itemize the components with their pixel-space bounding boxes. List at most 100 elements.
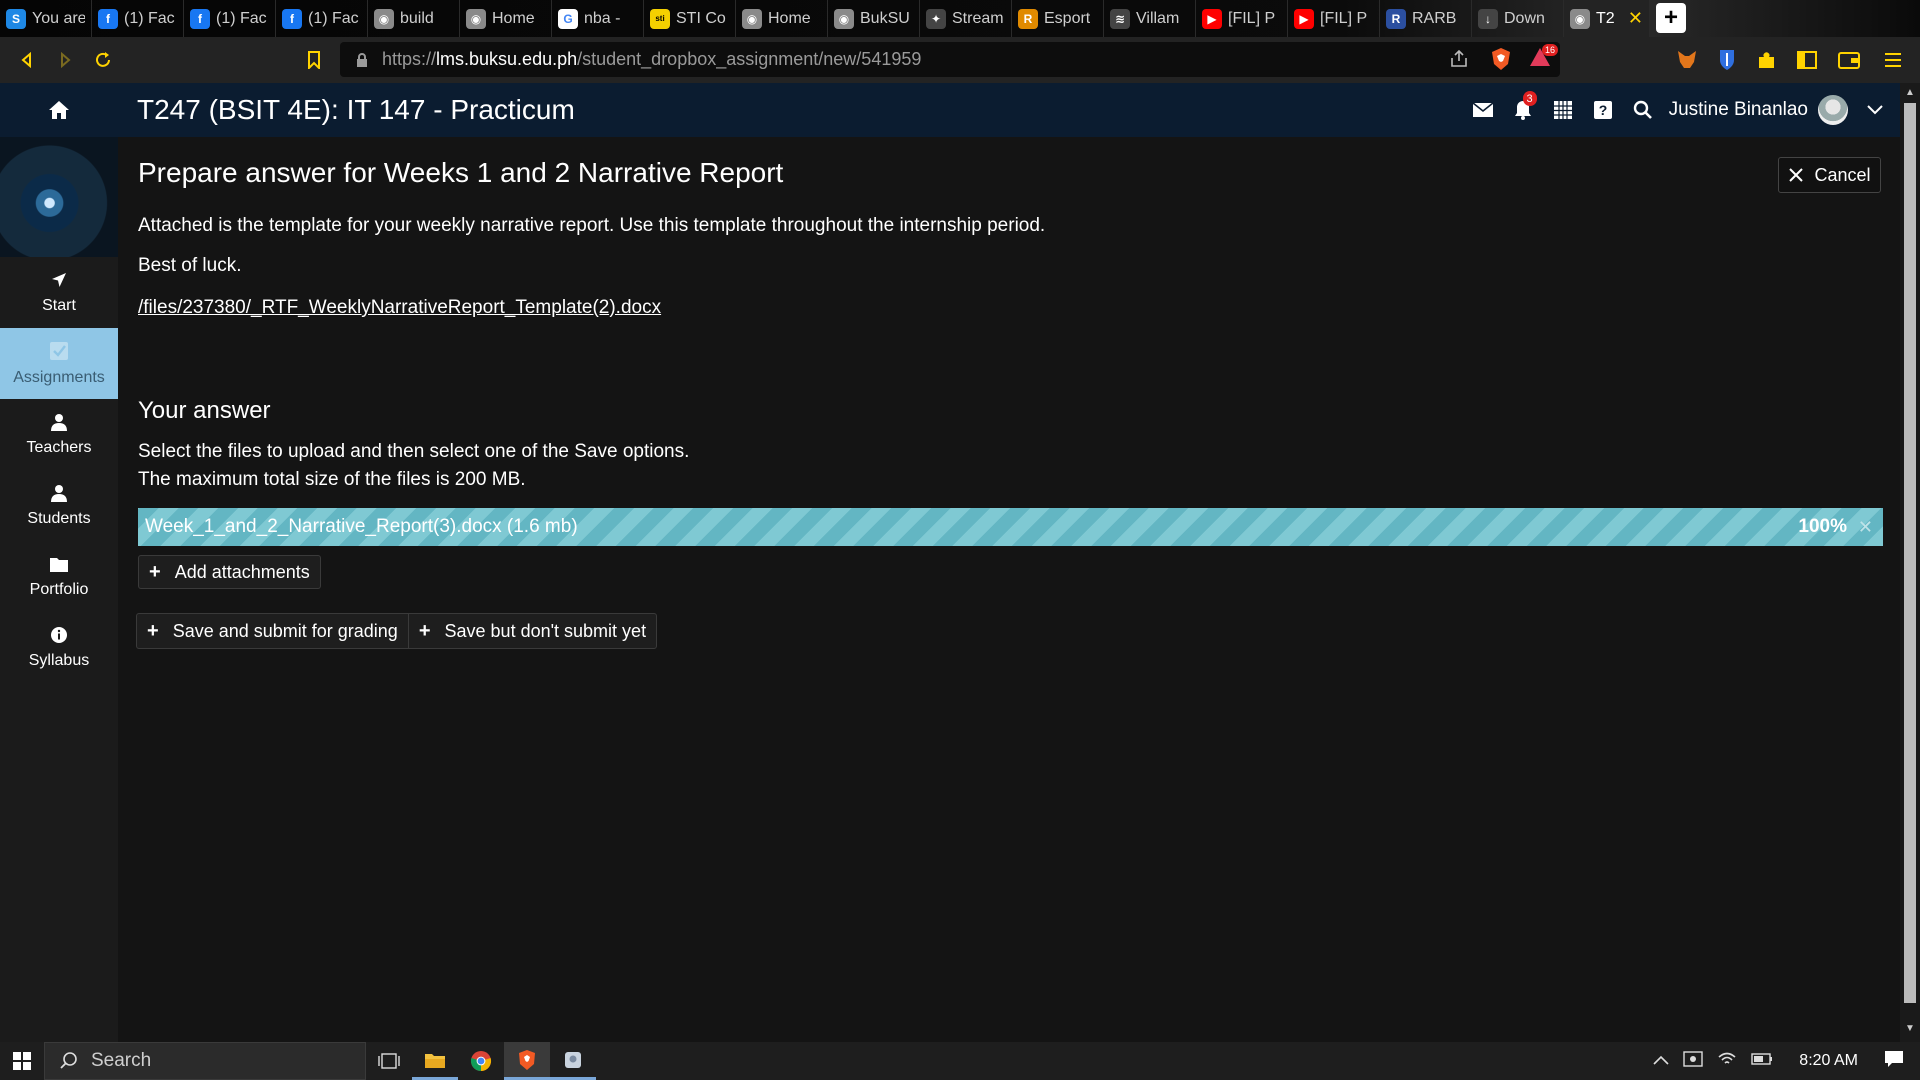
help-button[interactable]: ? xyxy=(1583,83,1623,137)
brave-rewards-icon[interactable]: 16 xyxy=(1528,44,1558,75)
task-view-icon[interactable] xyxy=(366,1042,412,1080)
battery-icon[interactable] xyxy=(1751,1052,1773,1071)
tab-4[interactable]: ◉ build xyxy=(368,0,460,37)
upload-progress-bar: Week_1_and_2_Narrative_Report(3).docx (1… xyxy=(138,508,1883,546)
lock-icon xyxy=(357,52,367,67)
sidebar-item-teachers[interactable]: Teachers xyxy=(0,399,118,470)
bitwarden-icon[interactable] xyxy=(1714,47,1740,73)
windows-taskbar: Search 8:20 AM xyxy=(0,1042,1920,1080)
wallet-icon[interactable] xyxy=(1836,47,1862,73)
chevron-down-icon xyxy=(1867,105,1883,115)
address-bar[interactable]: https://lms.buksu.edu.ph/student_dropbox… xyxy=(340,42,1560,77)
user-menu-toggle[interactable] xyxy=(1858,83,1892,137)
chrome-icon[interactable] xyxy=(458,1042,504,1080)
sidebar-item-students[interactable]: Students xyxy=(0,470,118,541)
bookmark-icon[interactable] xyxy=(295,41,333,79)
app-window-icon[interactable] xyxy=(550,1042,596,1080)
page-scrollbar[interactable]: ▲ ▼ xyxy=(1900,83,1920,1042)
buksu-icon: ◉ xyxy=(834,8,854,29)
wifi-icon[interactable] xyxy=(1717,1051,1737,1072)
tab-0[interactable]: S You are xyxy=(0,0,92,37)
sidebar-item-syllabus[interactable]: Syllabus xyxy=(0,612,118,683)
start-button[interactable] xyxy=(0,1042,44,1080)
s-icon: S xyxy=(6,8,26,29)
user-name[interactable]: Justine Binanlao xyxy=(1669,99,1808,121)
sidebar-panel-icon[interactable] xyxy=(1794,47,1820,73)
save-submit-button[interactable]: + Save and submit for grading xyxy=(137,614,408,648)
reload-icon[interactable] xyxy=(84,41,122,79)
metamask-icon[interactable] xyxy=(1674,47,1700,73)
tab-10[interactable]: ✦ Stream xyxy=(920,0,1012,37)
tab-16[interactable]: ↓ Down xyxy=(1472,0,1564,37)
google-icon: G xyxy=(558,8,578,29)
course-title: T247 (BSIT 4E): IT 147 - Practicum xyxy=(137,94,575,125)
home-button[interactable] xyxy=(0,83,118,137)
attachment-link[interactable]: /files/237380/_RTF_WeeklyNarrativeReport… xyxy=(138,297,661,319)
file-explorer-icon[interactable] xyxy=(412,1042,458,1080)
scroll-up-icon[interactable]: ▲ xyxy=(1904,87,1916,99)
windows-logo-icon xyxy=(13,1052,31,1070)
scrollbar-thumb[interactable] xyxy=(1904,103,1916,1003)
svg-text:?: ? xyxy=(1598,102,1607,118)
folder-icon xyxy=(50,557,68,572)
brave-browser-icon[interactable] xyxy=(504,1042,550,1080)
sidebar-item-portfolio[interactable]: Portfolio xyxy=(0,541,118,612)
tab-3[interactable]: f (1) Fac xyxy=(276,0,368,37)
taskbar-clock[interactable]: 8:20 AM xyxy=(1799,1052,1858,1070)
rarbg-icon: R xyxy=(1386,8,1406,29)
sti-icon: sti xyxy=(650,8,670,29)
tab-7[interactable]: sti STI Co xyxy=(644,0,736,37)
tab-14[interactable]: ▶ [FIL] P xyxy=(1288,0,1380,37)
meet-now-icon[interactable] xyxy=(1683,1050,1703,1073)
upload-percent: 100% xyxy=(1798,516,1847,537)
tab-13[interactable]: ▶ [FIL] P xyxy=(1196,0,1288,37)
sidebar-item-start[interactable]: Start xyxy=(0,257,118,328)
buksu-icon: ◉ xyxy=(466,8,486,29)
tab-15[interactable]: R RARB xyxy=(1380,0,1472,37)
share-icon[interactable] xyxy=(1448,48,1470,75)
close-tab-icon[interactable]: ✕ xyxy=(1628,8,1643,29)
tab-9[interactable]: ◉ BukSU xyxy=(828,0,920,37)
tab-2[interactable]: f (1) Fac xyxy=(184,0,276,37)
tab-11[interactable]: R Esport xyxy=(1012,0,1104,37)
new-tab-button[interactable]: + xyxy=(1656,3,1686,33)
tab-active[interactable]: ◉ T2 ✕ xyxy=(1564,0,1650,37)
wifi-icon: ≋ xyxy=(1110,8,1130,29)
avatar[interactable] xyxy=(1818,95,1848,125)
save-draft-button[interactable]: + Save but don't submit yet xyxy=(407,614,656,648)
sidebar-item-label: Teachers xyxy=(26,438,92,456)
scroll-down-icon[interactable]: ▼ xyxy=(1904,1023,1916,1035)
sidebar-item-assignments[interactable]: Assignments xyxy=(0,328,118,399)
chevron-up-icon[interactable] xyxy=(1653,1052,1669,1070)
tab-title: Down xyxy=(1504,9,1545,27)
tab-5[interactable]: ◉ Home xyxy=(460,0,552,37)
cancel-button[interactable]: Cancel xyxy=(1778,157,1881,193)
facebook-icon: f xyxy=(98,8,118,29)
notification-center-icon[interactable] xyxy=(1884,1050,1904,1073)
search-icon xyxy=(1633,100,1652,119)
tab-12[interactable]: ≋ Villam xyxy=(1104,0,1196,37)
menu-hamburger-icon[interactable] xyxy=(1880,47,1906,73)
notifications-button[interactable]: 3 xyxy=(1503,83,1543,137)
extensions-puzzle-icon[interactable] xyxy=(1754,47,1780,73)
tab-8[interactable]: ◉ Home xyxy=(736,0,828,37)
uploaded-file-name: Week_1_and_2_Narrative_Report(3).docx (1… xyxy=(145,516,578,537)
messages-button[interactable] xyxy=(1463,83,1503,137)
taskbar-search-box[interactable]: Search xyxy=(44,1042,366,1080)
tab-6[interactable]: Gnba - xyxy=(552,0,644,37)
brave-shields-icon[interactable] xyxy=(1490,47,1512,76)
sidebar-item-label: Students xyxy=(27,509,91,527)
stream-icon: ✦ xyxy=(926,8,946,29)
search-button[interactable] xyxy=(1623,83,1663,137)
add-attachments-button[interactable]: + Add attachments xyxy=(138,555,321,589)
remove-file-icon[interactable]: ✕ xyxy=(1858,517,1873,538)
forward-icon[interactable] xyxy=(46,41,84,79)
tab-title: You are xyxy=(32,9,85,27)
back-icon[interactable] xyxy=(8,41,46,79)
plus-icon: + xyxy=(418,619,431,642)
tab-1[interactable]: f (1) Fac xyxy=(92,0,184,37)
calendar-button[interactable] xyxy=(1543,83,1583,137)
rewards-badge: 16 xyxy=(1541,44,1558,56)
assignment-closing: Best of luck. xyxy=(138,255,242,276)
tab-title: T2 xyxy=(1596,9,1615,27)
